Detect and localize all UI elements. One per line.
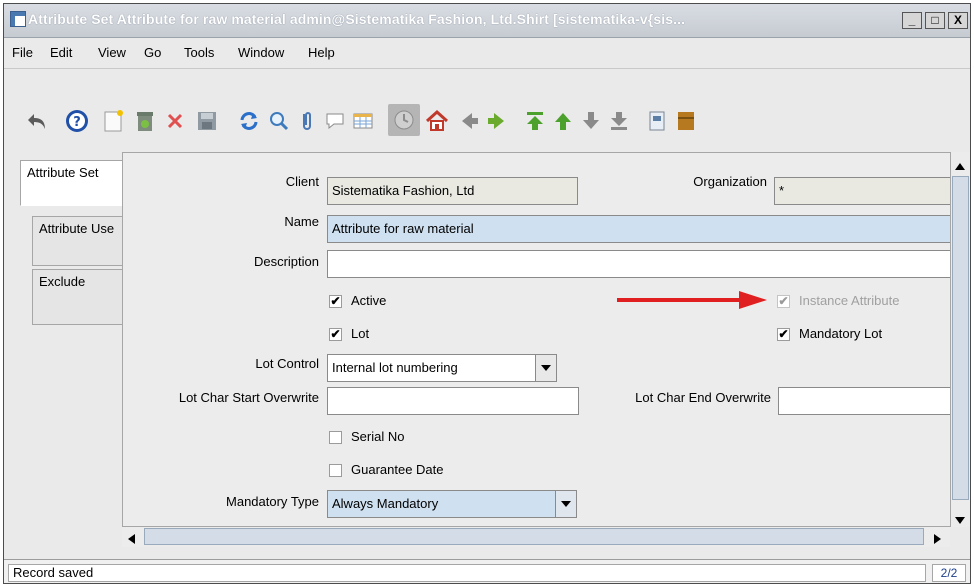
lot-char-end-label: Lot Char End Overwrite	[635, 390, 771, 405]
mandatory-lot-checkbox[interactable]: ✔	[777, 328, 790, 341]
name-field[interactable]: Attribute for raw material	[327, 215, 951, 243]
annotation-arrow	[617, 291, 767, 309]
delete-trash-icon[interactable]	[132, 108, 158, 134]
serial-no-checkbox[interactable]	[329, 431, 342, 444]
status-bar: Record saved 2/2	[4, 559, 970, 583]
help-icon[interactable]: ?	[64, 108, 90, 134]
lot-control-label: Lot Control	[255, 356, 319, 371]
instance-attribute-label: Instance Attribute	[799, 293, 900, 308]
vertical-scroll-thumb[interactable]	[952, 176, 969, 500]
scroll-left-icon[interactable]	[128, 532, 135, 547]
chevron-down-icon[interactable]	[555, 490, 577, 518]
status-message: Record saved	[8, 564, 926, 582]
home-icon[interactable]	[424, 108, 450, 134]
previous-record-icon[interactable]	[550, 108, 576, 134]
menu-go[interactable]: Go	[144, 45, 161, 60]
minimize-button[interactable]: _	[902, 12, 922, 29]
refresh-icon[interactable]	[236, 108, 262, 134]
history-icon[interactable]	[388, 104, 420, 136]
record-count[interactable]: 2/2	[932, 564, 966, 582]
serial-no-label: Serial No	[351, 429, 405, 444]
lot-control-select[interactable]: Internal lot numbering	[327, 354, 537, 382]
client-field[interactable]: Sistematika Fashion, Ltd	[327, 177, 578, 205]
lot-char-start-field[interactable]	[327, 387, 579, 415]
description-label: Description	[253, 254, 319, 269]
horizontal-scrollbar[interactable]	[122, 526, 950, 547]
scroll-right-icon[interactable]	[934, 532, 941, 547]
lot-label: Lot	[351, 326, 370, 341]
menu-view[interactable]: View	[98, 45, 126, 60]
lot-checkbox[interactable]: ✔	[329, 328, 342, 341]
client-label: Client	[285, 174, 319, 189]
active-label: Active	[351, 293, 387, 308]
parent-record-icon[interactable]	[456, 108, 482, 134]
horizontal-scroll-thumb[interactable]	[144, 528, 924, 545]
delete-icon[interactable]	[162, 108, 188, 134]
guarantee-date-label: Guarantee Date	[351, 462, 444, 477]
lot-char-start-label: Lot Char Start Overwrite	[178, 390, 319, 405]
svg-text:?: ?	[73, 115, 81, 130]
mandatory-lot-label: Mandatory Lot	[799, 326, 883, 341]
menu-tools[interactable]: Tools	[184, 45, 214, 60]
name-label: Name	[284, 214, 319, 229]
tab-attribute-set[interactable]: Attribute Set	[20, 160, 122, 206]
find-icon[interactable]	[266, 108, 292, 134]
last-record-icon[interactable]	[606, 108, 632, 134]
menu-file[interactable]: File	[12, 45, 33, 60]
organization-label: Organization	[693, 174, 767, 189]
scroll-up-icon[interactable]	[955, 158, 965, 173]
mandatory-type-label: Mandatory Type	[226, 494, 319, 509]
mandatory-type-select[interactable]: Always Mandatory	[327, 490, 557, 518]
vertical-scrollbar[interactable]	[950, 152, 970, 527]
attachment-icon[interactable]	[294, 108, 320, 134]
grid-toggle-icon[interactable]	[350, 108, 376, 134]
first-record-icon[interactable]	[522, 108, 548, 134]
window-title: Attribute Set Attribute for raw material…	[28, 11, 686, 27]
chevron-down-icon[interactable]	[535, 354, 557, 382]
next-record-icon[interactable]	[578, 108, 604, 134]
archive-icon[interactable]	[674, 108, 694, 134]
guarantee-date-checkbox[interactable]	[329, 464, 342, 477]
menu-window[interactable]: Window	[238, 45, 284, 60]
report-icon[interactable]	[644, 108, 670, 134]
form-panel: Client Sistematika Fashion, Ltd Organiza…	[122, 152, 951, 528]
window-icon	[10, 11, 26, 27]
tab-attribute-use[interactable]: Attribute Use	[32, 216, 122, 266]
title-bar[interactable]: Attribute Set Attribute for raw material…	[4, 4, 970, 38]
description-field[interactable]	[327, 250, 951, 278]
scroll-down-icon[interactable]	[955, 512, 965, 527]
instance-attribute-checkbox[interactable]: ✔	[777, 295, 790, 308]
tab-exclude[interactable]: Exclude	[32, 269, 122, 325]
save-icon[interactable]	[194, 108, 220, 134]
lot-char-end-field[interactable]	[778, 387, 951, 415]
active-checkbox[interactable]: ✔	[329, 295, 342, 308]
detail-record-icon[interactable]	[484, 108, 510, 134]
close-button[interactable]: X	[948, 12, 968, 29]
chat-icon[interactable]	[322, 108, 348, 134]
menu-bar: File Edit View Go Tools Window Help	[4, 38, 970, 69]
new-record-icon[interactable]	[100, 108, 126, 134]
undo-icon[interactable]	[24, 108, 50, 134]
menu-edit[interactable]: Edit	[50, 45, 72, 60]
maximize-button[interactable]: □	[925, 12, 945, 29]
organization-field[interactable]: *	[774, 177, 951, 205]
menu-help[interactable]: Help	[308, 45, 335, 60]
application-window: Attribute Set Attribute for raw material…	[3, 3, 971, 584]
